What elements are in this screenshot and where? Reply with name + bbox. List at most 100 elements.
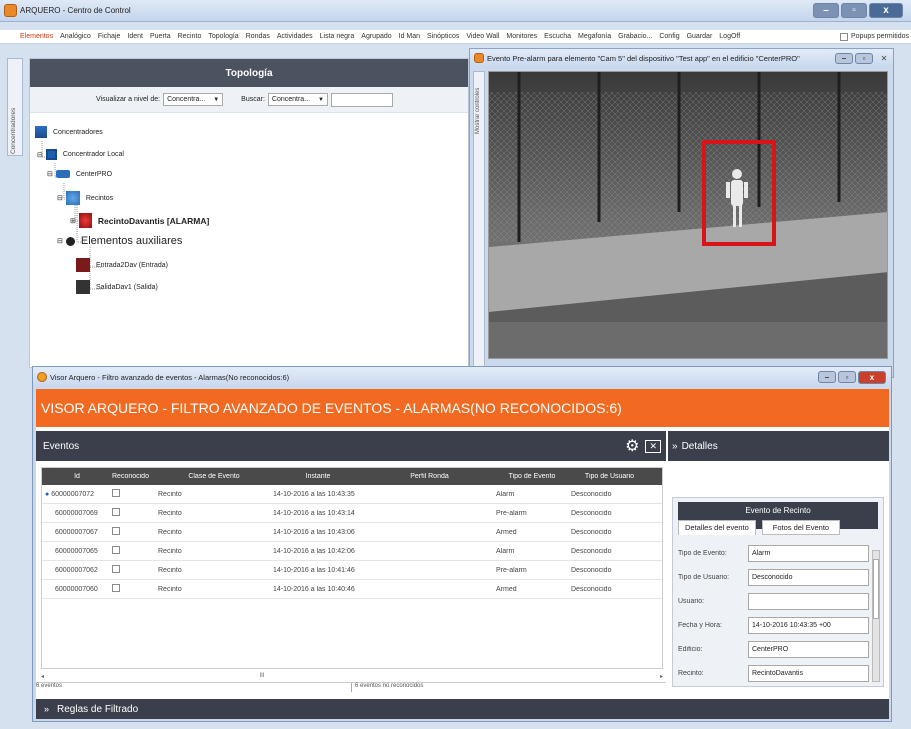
menu-rondas[interactable]: Rondas: [246, 33, 270, 40]
cell-id-text: 60000007060: [55, 585, 98, 593]
close-icon[interactable]: x: [858, 370, 886, 384]
detail-field-value[interactable]: RecintoDavantis: [748, 664, 869, 682]
scroll-right-icon[interactable]: ▸: [660, 673, 663, 680]
menu-elementos[interactable]: Elementos: [20, 33, 53, 40]
tree-item-concentradores[interactable]: Concentradores: [35, 126, 103, 138]
details-scrollbar[interactable]: [872, 550, 880, 682]
recognized-checkbox[interactable]: [112, 527, 120, 535]
camera-feed[interactable]: [488, 71, 888, 359]
exit-icon: [76, 280, 90, 294]
tree-item-salida[interactable]: SalidaDav1 (Salida): [76, 280, 158, 294]
minimize-icon[interactable]: –: [835, 52, 853, 64]
menu-megafonia[interactable]: Megafonía: [578, 33, 611, 40]
minimize-icon[interactable]: –: [818, 371, 836, 383]
table-row[interactable]: 60000007067 Recinto 14-10-2016 a las 10:43…: [42, 523, 662, 542]
filter-rules-title: Reglas de Filtrado: [57, 703, 139, 715]
settings-gear-icon[interactable]: ⚙: [625, 436, 639, 456]
maximize-icon[interactable]: ▫: [838, 371, 856, 383]
close-icon[interactable]: ✕: [875, 54, 893, 63]
menu-monitores[interactable]: Monitores: [506, 33, 537, 40]
maximize-icon[interactable]: ▫: [855, 52, 873, 64]
menu-sinopticos[interactable]: Sinópticos: [427, 33, 459, 40]
scroll-thumb[interactable]: [873, 559, 879, 619]
menu-video-wall[interactable]: Video Wall: [466, 33, 499, 40]
scroll-thumb[interactable]: III: [259, 673, 264, 679]
col-perfil[interactable]: Perfil Ronda: [363, 473, 493, 480]
cell-clase: Recinto: [158, 509, 182, 517]
menu-lista-negra[interactable]: Lista negra: [320, 33, 355, 40]
tab-detalles[interactable]: Detalles del evento: [678, 520, 756, 535]
minimize-icon[interactable]: –: [813, 3, 839, 18]
detail-field-value[interactable]: Desconocido: [748, 568, 869, 586]
detail-field-label: Edificio:: [678, 645, 703, 653]
filter-rules-bar[interactable]: » Reglas de Filtrado: [36, 699, 889, 719]
menu-agrupado[interactable]: Agrupado: [361, 33, 391, 40]
detail-field-label: Tipo de Evento:: [678, 549, 727, 557]
tree-item-centerpro[interactable]: ⊟ CenterPRO: [47, 170, 112, 178]
menu-puerta[interactable]: Puerta: [150, 33, 171, 40]
menu-grabacion[interactable]: Grabacio...: [618, 33, 652, 40]
tree-item-recintos[interactable]: ⊟ Recintos: [57, 191, 113, 205]
app-icon: [474, 53, 484, 63]
menu-id-man[interactable]: Id Man: [399, 33, 420, 40]
table-row[interactable]: 60000007065 Recinto 14-10-2016 a las 10:42…: [42, 542, 662, 561]
popups-checkbox[interactable]: [840, 32, 849, 41]
detail-field-value[interactable]: [748, 592, 869, 610]
clear-filter-icon[interactable]: ✕: [645, 439, 661, 453]
cell-instante: 14-10-2016 a las 10:43:14: [273, 509, 355, 517]
cell-usuario: Desconocido: [571, 509, 612, 517]
col-clase[interactable]: Clase de Evento: [155, 473, 270, 480]
col-tipo-evento[interactable]: Tipo de Evento: [493, 473, 568, 480]
col-tipo-usuario[interactable]: Tipo de Usuario: [568, 473, 648, 480]
col-reconocido[interactable]: Reconocido: [109, 473, 155, 480]
visor-header: VISOR ARQUERO - FILTRO AVANZADO DE EVENT…: [36, 389, 889, 427]
menu-recinto[interactable]: Recinto: [178, 33, 202, 40]
tab-fotos[interactable]: Fotos del Evento: [761, 520, 841, 535]
tree-item-recinto-alarma[interactable]: ⊞ RecintoDavantis [ALARMA]: [70, 213, 209, 228]
tree-item-elementos-auxiliares[interactable]: ⊟ Elementos auxiliares: [57, 235, 182, 247]
details-tabs: Detalles del evento Fotos del Evento: [678, 520, 878, 535]
menu-config[interactable]: Config: [659, 33, 679, 40]
menu-analogico[interactable]: Analógico: [60, 33, 91, 40]
table-row[interactable]: ● 60000007072 Recinto 14-10-2016 a las 10:4…: [42, 485, 662, 504]
detail-field-value[interactable]: Alarm: [748, 544, 869, 562]
table-row[interactable]: 60000007062 Recinto 14-10-2016 a las 10:41…: [42, 561, 662, 580]
recognized-checkbox[interactable]: [112, 546, 120, 554]
recognized-checkbox[interactable]: [112, 584, 120, 592]
scroll-left-icon[interactable]: ◂: [41, 673, 44, 680]
cell-clase: Recinto: [158, 585, 182, 593]
menu-ident[interactable]: Ident: [127, 33, 143, 40]
col-id[interactable]: Id: [42, 473, 109, 480]
recognized-checkbox[interactable]: [112, 508, 120, 516]
menu-escucha[interactable]: Escucha: [544, 33, 571, 40]
menu-topologia[interactable]: Topología: [208, 33, 238, 40]
menu-guardar[interactable]: Guardar: [687, 33, 713, 40]
menu-fichaje[interactable]: Fichaje: [98, 33, 121, 40]
maximize-icon[interactable]: ▫: [841, 3, 867, 18]
chevron-right-icon: »: [672, 440, 678, 452]
cell-clase: Recinto: [158, 566, 182, 574]
tree-item-entrada[interactable]: Entrada2Dav (Entrada): [76, 258, 168, 272]
status-unrecognized: 6 eventos no reconocidos: [355, 683, 424, 689]
horizontal-scrollbar[interactable]: ◂ III ▸: [41, 671, 663, 681]
show-controls-tab[interactable]: Mostrar controles: [473, 71, 485, 371]
detail-field-value[interactable]: CenterPRO: [748, 640, 869, 658]
recognized-checkbox[interactable]: [112, 565, 120, 573]
tree-item-concentrador-local[interactable]: ⊟ Concentrador Local: [37, 149, 124, 160]
details-fields: Tipo de Evento: Alarm Tipo de Usuario: Desc…: [673, 535, 883, 686]
side-tab-concentradores[interactable]: Concentradores: [7, 58, 23, 156]
popups-label: Popups permitidos: [851, 33, 909, 40]
recognized-checkbox[interactable]: [112, 489, 120, 497]
cell-id: 60000007065: [42, 548, 109, 555]
expand-icon: ⊞: [70, 217, 76, 225]
col-instante[interactable]: Instante: [270, 473, 363, 480]
table-row[interactable]: 60000007069 Recinto 14-10-2016 a las 10:43…: [42, 504, 662, 523]
detail-field-value[interactable]: 14-10-2016 10:43:35 +00: [748, 616, 869, 634]
close-icon[interactable]: x: [869, 3, 903, 18]
menu-actividades[interactable]: Actividades: [277, 33, 313, 40]
details-bar[interactable]: » Detalles: [668, 431, 889, 461]
menu-logoff[interactable]: LogOff: [719, 33, 740, 40]
tree-label: CenterPRO: [75, 170, 113, 178]
events-table: Id Reconocido Clase de Evento Instante P…: [41, 467, 663, 669]
table-row[interactable]: 60000007060 Recinto 14-10-2016 a las 10:40…: [42, 580, 662, 599]
